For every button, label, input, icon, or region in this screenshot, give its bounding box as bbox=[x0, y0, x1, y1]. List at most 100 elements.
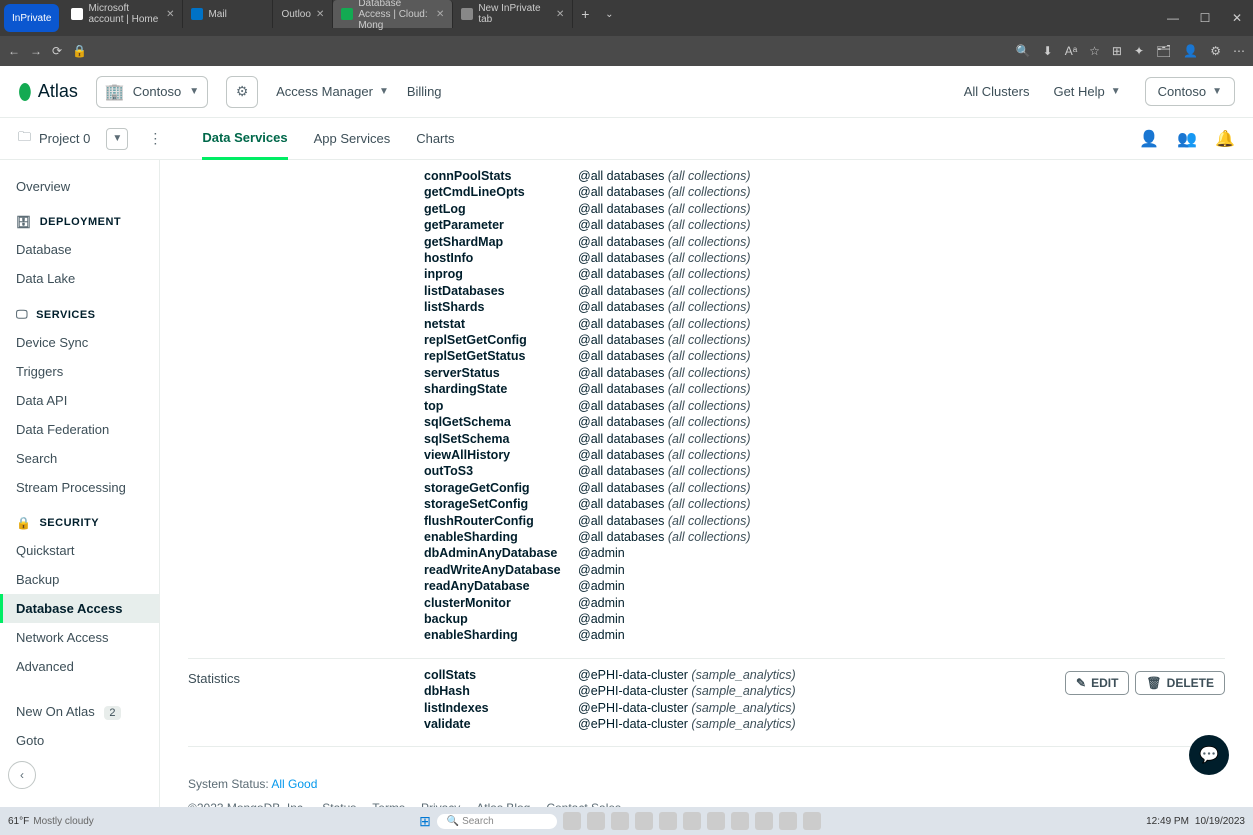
main-content[interactable]: connPoolStats@all databases (all collect… bbox=[160, 160, 1253, 807]
forward-button[interactable]: → bbox=[30, 44, 42, 58]
delete-button[interactable]: 🗑 DELETE bbox=[1135, 671, 1225, 695]
footer-link-terms[interactable]: Terms bbox=[372, 801, 405, 807]
browser-tab-newinprivate[interactable]: New InPrivate tab ✕ bbox=[453, 0, 573, 28]
chevron-down-icon: ▼ bbox=[379, 86, 389, 97]
task-icon-3[interactable] bbox=[611, 812, 629, 830]
minimize-button[interactable]: — bbox=[1157, 11, 1189, 25]
browser-tab-outlook[interactable]: Outloo ✕ bbox=[273, 0, 333, 28]
taskbar-date[interactable]: 10/19/2023 bbox=[1195, 816, 1245, 827]
sidebar-item-advanced[interactable]: Advanced bbox=[0, 652, 159, 681]
sidebar-item-goto[interactable]: Goto bbox=[0, 726, 159, 755]
favorites-bar-icon[interactable]: ✦ bbox=[1134, 44, 1144, 58]
close-window-button[interactable]: ✕ bbox=[1221, 11, 1253, 25]
task-icon-9[interactable] bbox=[755, 812, 773, 830]
task-icon-6[interactable] bbox=[683, 812, 701, 830]
sidebar-item-dataapi[interactable]: Data API bbox=[0, 386, 159, 415]
taskbar-time[interactable]: 12:49 PM bbox=[1146, 816, 1189, 827]
task-icon-8[interactable] bbox=[731, 812, 749, 830]
org-settings-button[interactable]: ⚙ bbox=[226, 76, 258, 108]
sidebar-item-search[interactable]: Search bbox=[0, 444, 159, 473]
browser-tab-ms-account[interactable]: Microsoft account | Home ✕ bbox=[63, 0, 183, 28]
close-icon[interactable]: ✕ bbox=[556, 9, 564, 20]
close-icon[interactable]: ✕ bbox=[166, 9, 174, 20]
footer-link-contact[interactable]: Contact Sales bbox=[546, 801, 621, 807]
access-manager-dropdown[interactable]: Access Manager ▼ bbox=[276, 84, 389, 99]
permission-action: connPoolStats bbox=[424, 168, 578, 184]
role-actions: ✎ EDIT 🗑 DELETE bbox=[1045, 667, 1225, 733]
browser-tab-dbaccess[interactable]: Database Access | Cloud: Mong ✕ bbox=[333, 0, 453, 28]
atlas-logo[interactable]: ⬮ Atlas bbox=[18, 79, 78, 105]
project-name: Project 0 bbox=[39, 131, 90, 146]
zoom-icon[interactable]: 🔍 bbox=[1016, 44, 1031, 58]
edit-button[interactable]: ✎ EDIT bbox=[1065, 671, 1129, 695]
sidebar-item-datalake[interactable]: Data Lake bbox=[0, 264, 159, 293]
profile-icon[interactable]: 👤 bbox=[1183, 44, 1198, 58]
sidebar-item-devicesync[interactable]: Device Sync bbox=[0, 328, 159, 357]
sidebar-item-backup[interactable]: Backup bbox=[0, 565, 159, 594]
task-icon-7[interactable] bbox=[707, 812, 725, 830]
chat-fab[interactable]: 💬 bbox=[1189, 735, 1229, 775]
permission-action: outToS3 bbox=[424, 463, 578, 479]
permission-row: clusterMonitor@admin bbox=[424, 595, 1225, 611]
task-icon-11[interactable] bbox=[803, 812, 821, 830]
project-menu[interactable]: ⋮ bbox=[144, 128, 166, 150]
collections-icon[interactable]: 🗂 bbox=[1156, 44, 1171, 58]
footer-link-privacy[interactable]: Privacy bbox=[421, 801, 460, 807]
footer-link-blog[interactable]: Atlas Blog bbox=[476, 801, 530, 807]
task-icon-5[interactable] bbox=[659, 812, 677, 830]
task-icon-1[interactable] bbox=[563, 812, 581, 830]
footer-link-status[interactable]: Status bbox=[322, 801, 356, 807]
sidebar-item-database[interactable]: Database bbox=[0, 235, 159, 264]
task-icon-10[interactable] bbox=[779, 812, 797, 830]
project-dropdown[interactable]: ▼ bbox=[106, 128, 128, 150]
maximize-button[interactable]: ☐ bbox=[1189, 11, 1221, 25]
chat-icon: 💬 bbox=[1199, 745, 1219, 765]
start-button[interactable]: ⊞ bbox=[419, 813, 431, 830]
favorite-icon[interactable]: ☆ bbox=[1089, 44, 1100, 58]
permission-action: replSetGetStatus bbox=[424, 348, 578, 364]
sidebar-item-streamprocessing[interactable]: Stream Processing bbox=[0, 473, 159, 502]
task-icon-2[interactable] bbox=[587, 812, 605, 830]
sidebar-item-quickstart[interactable]: Quickstart bbox=[0, 536, 159, 565]
more-icon[interactable]: ⋯ bbox=[1233, 44, 1245, 58]
tab-app-services[interactable]: App Services bbox=[314, 118, 391, 160]
all-clusters-link[interactable]: All Clusters bbox=[964, 84, 1030, 99]
sidebar-item-newonatlas[interactable]: New On Atlas 2 bbox=[0, 697, 159, 726]
sidebar-item-overview[interactable]: Overview bbox=[0, 172, 159, 201]
invite-icon[interactable]: 👤 bbox=[1139, 129, 1159, 149]
get-help-dropdown[interactable]: Get Help ▼ bbox=[1053, 84, 1120, 99]
collapse-sidebar-button[interactable]: ‹ bbox=[8, 761, 36, 789]
downloads-icon[interactable]: ⬇ bbox=[1043, 44, 1053, 58]
sidebar-item-databaseaccess[interactable]: Database Access bbox=[0, 594, 159, 623]
sidebar-item-triggers[interactable]: Triggers bbox=[0, 357, 159, 386]
extensions-icon[interactable]: ⊞ bbox=[1112, 44, 1122, 58]
tab-data-services[interactable]: Data Services bbox=[202, 118, 287, 160]
taskbar-search[interactable]: 🔍 Search bbox=[437, 814, 557, 829]
close-icon[interactable]: ✕ bbox=[316, 9, 324, 20]
alerts-icon[interactable]: 🔔 bbox=[1215, 129, 1235, 149]
user-org-dropdown[interactable]: Contoso ▼ bbox=[1145, 77, 1235, 106]
taskbar-weather[interactable]: 61°F Mostly cloudy bbox=[8, 816, 94, 827]
task-icon-4[interactable] bbox=[635, 812, 653, 830]
billing-link[interactable]: Billing bbox=[407, 84, 442, 99]
status-value[interactable]: All Good bbox=[271, 777, 317, 791]
org-selector[interactable]: 🏢 Contoso ▼ bbox=[96, 76, 208, 108]
back-button[interactable]: ← bbox=[8, 44, 20, 58]
section-label: SECURITY bbox=[39, 517, 99, 529]
sidebar-item-datafederation[interactable]: Data Federation bbox=[0, 415, 159, 444]
refresh-button[interactable]: ⟳ bbox=[52, 44, 62, 58]
sidebar-item-networkaccess[interactable]: Network Access bbox=[0, 623, 159, 652]
favicon-ms bbox=[71, 8, 83, 20]
activity-icon[interactable]: 👥 bbox=[1177, 129, 1197, 149]
settings-icon[interactable]: ⚙ bbox=[1210, 44, 1221, 58]
permission-row: readAnyDatabase@admin bbox=[424, 578, 1225, 594]
new-tab-button[interactable]: + bbox=[573, 0, 597, 28]
font-icon[interactable]: Aᵃ bbox=[1065, 44, 1077, 58]
permission-action: replSetGetConfig bbox=[424, 332, 578, 348]
tab-charts[interactable]: Charts bbox=[416, 118, 454, 160]
project-selector[interactable]: 🗀 Project 0 bbox=[18, 128, 90, 150]
close-icon[interactable]: ✕ bbox=[436, 9, 444, 20]
permission-action: enableSharding bbox=[424, 529, 578, 545]
browser-tab-mail[interactable]: Mail bbox=[183, 0, 273, 28]
tab-overflow-button[interactable]: ⌄ bbox=[597, 0, 621, 28]
